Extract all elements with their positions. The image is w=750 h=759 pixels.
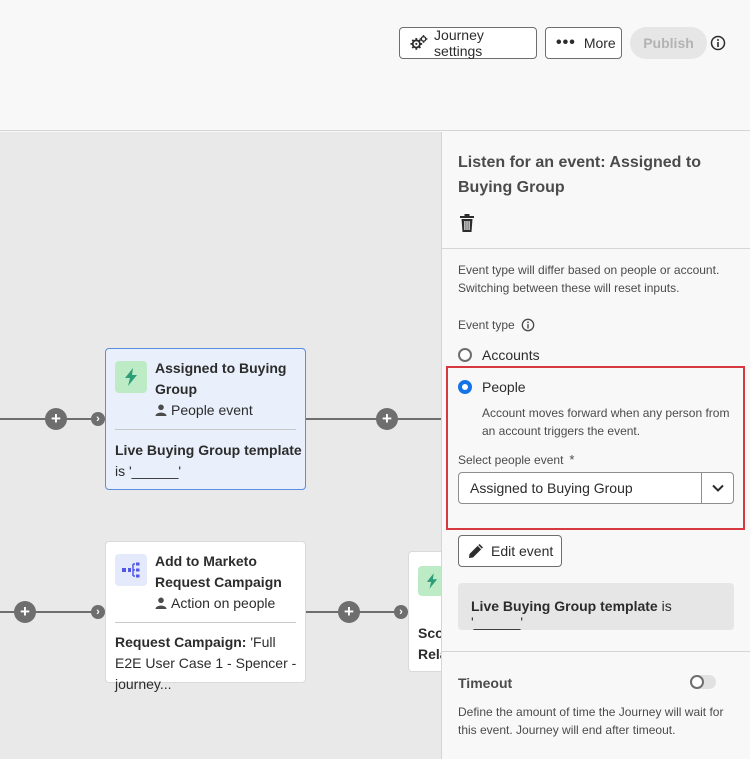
node-subtitle: People event — [155, 402, 253, 418]
lightning-bolt-icon — [426, 573, 438, 589]
pencil-icon — [469, 544, 483, 558]
info-icon[interactable] — [710, 35, 726, 51]
node-divider — [115, 429, 296, 430]
node-title-line: Rela — [418, 646, 441, 662]
panel-title: Listen for an event: Assigned to Buying … — [458, 154, 701, 196]
lightning-bolt-icon — [125, 368, 137, 386]
condition-summary: Live Buying Group template is '______' — [458, 583, 734, 630]
edit-event-button[interactable]: Edit event — [458, 535, 562, 567]
node-title: Add to Marketo Request Campaign — [155, 553, 282, 590]
edit-event-label: Edit event — [491, 543, 554, 559]
chevron-right-icon: › — [394, 605, 408, 619]
trash-icon[interactable] — [459, 214, 475, 232]
event-type-label-text: Event type — [458, 318, 515, 332]
node-condition-field: Live Buying Group template — [115, 442, 302, 458]
more-label: More — [583, 35, 616, 51]
toggle-knob — [690, 675, 704, 689]
connector-line — [306, 418, 441, 420]
person-icon — [155, 597, 167, 609]
timeout-description: Define the amount of time the Journey wi… — [458, 705, 724, 737]
radio-accounts[interactable]: Accounts — [458, 347, 540, 363]
node-divider — [115, 622, 296, 623]
node-icon-bg — [115, 554, 147, 586]
add-step-button[interactable]: + — [45, 408, 67, 430]
node-condition: Live Buying Group template is '______' — [115, 440, 305, 482]
more-button[interactable]: ••• More — [545, 27, 622, 59]
chevron-right-icon: › — [91, 605, 105, 619]
publish-label: Publish — [643, 35, 694, 51]
divider — [442, 651, 750, 652]
divider — [442, 248, 750, 249]
node-condition: Request Campaign: 'Full E2E User Case 1 … — [115, 632, 305, 695]
node-subtitle: Action on people — [155, 595, 275, 611]
highlight-box — [446, 366, 745, 530]
add-step-button[interactable]: + — [376, 408, 398, 430]
chevron-right-icon: › — [91, 412, 105, 426]
node-title: Assigned to Buying Group — [155, 360, 287, 397]
timeout-title: Timeout — [458, 675, 513, 691]
info-icon[interactable] — [521, 318, 535, 332]
add-step-button[interactable]: + — [14, 601, 36, 623]
node-condition-value: is '______' — [115, 463, 182, 479]
event-type-description: Event type will differ based on people o… — [458, 263, 720, 295]
person-icon — [155, 404, 167, 416]
journey-canvas[interactable]: + › + + › + › Assigned to Buying Group P… — [0, 132, 441, 759]
radio-label: Accounts — [482, 347, 540, 363]
radio-button[interactable] — [458, 348, 472, 362]
node-title-line: Scor — [418, 625, 441, 641]
top-toolbar: Journey settings ••• More Publish — [0, 0, 750, 131]
journey-settings-button[interactable]: Journey settings — [399, 27, 537, 59]
event-node-score[interactable]: Scor Rela — [408, 551, 441, 672]
journey-settings-label: Journey settings — [434, 27, 484, 59]
node-subtitle-label: Action on people — [171, 595, 276, 611]
timeout-toggle[interactable] — [690, 675, 716, 689]
gears-icon — [410, 35, 428, 50]
node-icon-bg — [418, 566, 441, 596]
condition-field: Live Buying Group template — [471, 598, 658, 614]
node-icon-bg — [115, 361, 147, 393]
node-condition-field: Request Campaign: — [115, 634, 247, 650]
more-dots-icon: ••• — [556, 34, 576, 51]
campaign-flow-icon — [122, 562, 140, 578]
node-subtitle-label: People event — [171, 402, 253, 418]
add-step-button[interactable]: + — [338, 601, 360, 623]
publish-button[interactable]: Publish — [630, 27, 707, 59]
node-condition: Scor Rela — [418, 623, 441, 665]
action-node-add-to-marketo[interactable]: Add to Marketo Request Campaign Action o… — [105, 541, 306, 692]
event-node-assigned-to-buying-group[interactable]: Assigned to Buying Group People event Li… — [105, 348, 306, 490]
event-type-label: Event type — [458, 318, 535, 332]
